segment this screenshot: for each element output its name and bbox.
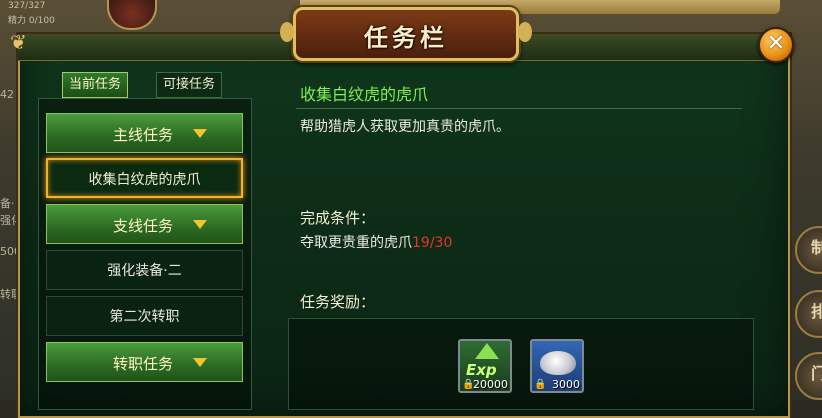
bg-side-text: 备· [0,197,15,210]
condition-progress: 19/30 [412,235,453,251]
side-menu-button[interactable]: 门 [795,352,822,400]
category-side-quests[interactable]: 支线任务 [46,204,243,244]
category-main-quests[interactable]: 主线任务 [46,113,243,153]
chevron-down-icon [193,220,207,229]
energy-readout: 精力 0/100 [8,16,55,26]
quest-title: 收集白纹虎的虎爪 [300,85,429,104]
exp-icon [475,343,499,359]
silver-ingot-icon [540,351,576,375]
reward-amount: 20000 [473,378,508,391]
exp-label: Exp [466,361,497,379]
condition-label: 完成条件： [300,209,376,227]
quest-description: 帮助猎虎人获取更加真贵的虎爪。 [300,119,510,135]
tab-available-quests[interactable]: 可接任务 [156,72,223,98]
close-button[interactable]: ✕ [758,27,794,63]
corner-ornament-icon: ❦ [10,30,27,54]
category-label: 转职任务 [113,355,174,373]
reward-exp[interactable]: Exp 🔒 20000 [458,339,512,393]
chevron-down-icon [193,129,207,138]
window-title: 任务栏 [364,24,448,52]
close-icon: ✕ [766,31,786,56]
lock-icon: 🔒 [534,379,547,390]
side-menu-button[interactable]: 制 [795,226,822,274]
category-label: 支线任务 [113,217,174,235]
category-job-quests[interactable]: 转职任务 [46,342,243,382]
hp-readout: 327/327 [8,1,46,11]
chevron-down-icon [193,358,207,367]
category-label: 主线任务 [113,126,174,144]
reward-silver[interactable]: 🔒 3000 [530,339,584,393]
bg-side-text: 42 [0,88,14,101]
quest-item-selected[interactable]: 收集白纹虎的虎爪 [46,158,243,198]
condition-row: 夺取更贵重的虎爪19/30 [300,232,452,252]
reward-box [288,318,754,410]
reward-label: 任务奖励： [300,293,376,311]
divider [296,108,742,109]
side-menu-button[interactable]: 排 [795,290,822,338]
condition-text: 夺取更贵重的虎爪 [300,235,412,251]
title-plate: 任务栏 [280,7,532,61]
tab-current-quests[interactable]: 当前任务 [62,72,129,98]
reward-amount: 3000 [552,378,580,391]
quest-item[interactable]: 第二次转职 [46,296,243,336]
quest-item[interactable]: 强化装备·二 [46,250,243,290]
